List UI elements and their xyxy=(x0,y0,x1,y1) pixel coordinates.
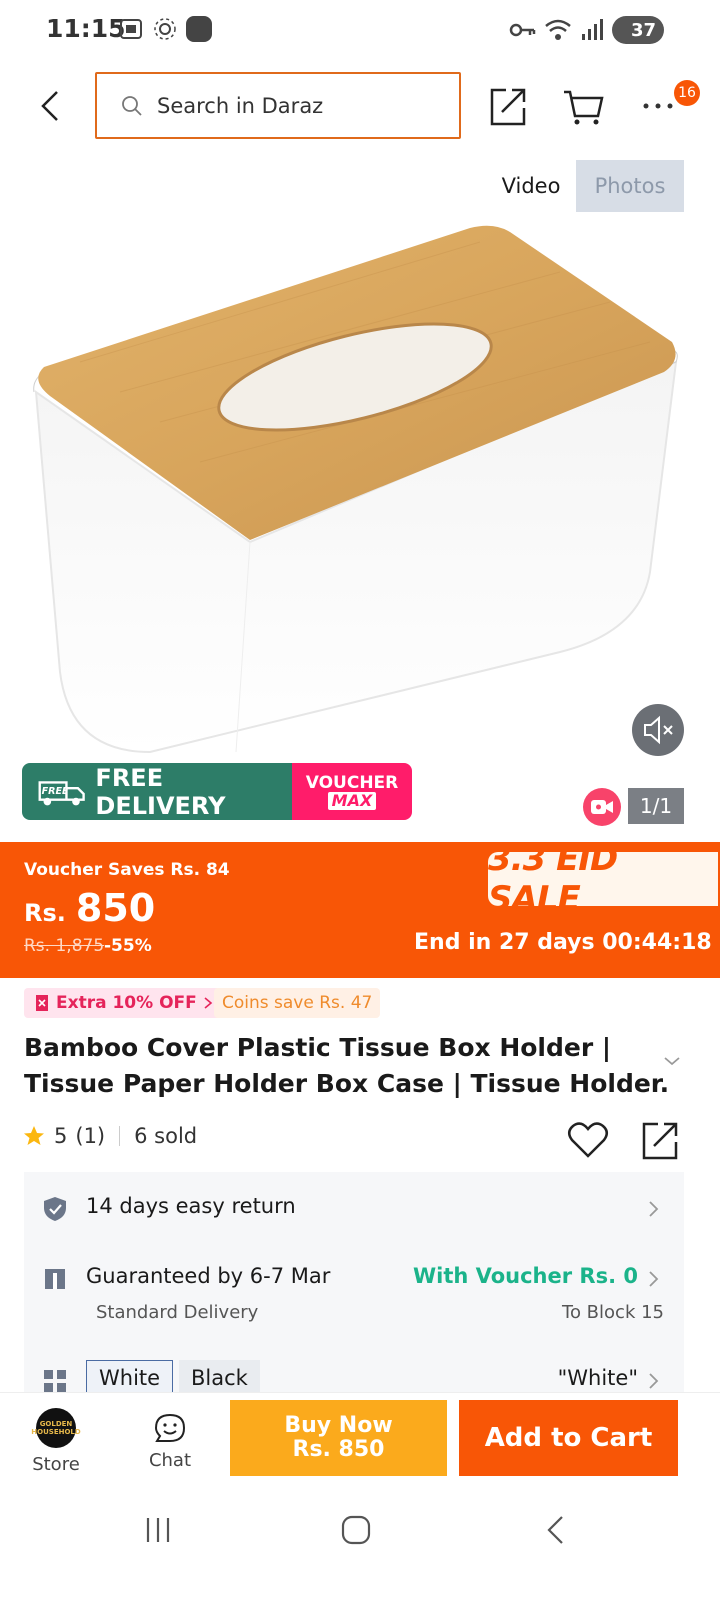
share-icon xyxy=(642,1122,678,1160)
status-icons-right: 37 xyxy=(508,16,664,44)
package-icon xyxy=(45,1269,65,1289)
divider xyxy=(119,1126,121,1146)
search-placeholder: Search in Daraz xyxy=(157,93,324,118)
price-currency: Rs. xyxy=(24,899,66,927)
back-nav-icon[interactable] xyxy=(540,1514,572,1546)
share-button[interactable] xyxy=(486,84,530,128)
tissue-box-illustration xyxy=(33,225,678,754)
coins-save-tag[interactable]: Coins save Rs. 47 xyxy=(214,988,381,1018)
rating-value: 5 xyxy=(54,1124,68,1148)
battery-icon: 37 xyxy=(612,16,664,44)
free-delivery-promo: FREE FREE DELIVERY xyxy=(22,763,292,820)
rating-row[interactable]: 5 (1) 6 sold xyxy=(22,1124,197,1148)
search-input[interactable]: Search in Daraz xyxy=(95,72,461,139)
price-value: 850 xyxy=(75,886,156,930)
variant-black[interactable]: Black xyxy=(179,1360,260,1396)
voucher-saves-text: Voucher Saves Rs. 84 xyxy=(24,860,230,880)
shield-check-icon xyxy=(44,1197,66,1221)
extra-off-tag[interactable]: Extra 10% OFF xyxy=(24,988,223,1018)
delivery-info-panel: 14 days easy return Guaranteed by 6-7 Ma… xyxy=(24,1172,684,1402)
sold-count: 6 sold xyxy=(134,1124,198,1148)
chevron-left-icon xyxy=(41,91,58,121)
current-price: Rs. 850 xyxy=(24,886,155,930)
free-delivery-label: FREE DELIVERY xyxy=(95,763,226,820)
voucher-max-promo: VOUCHER MAX xyxy=(292,763,412,820)
settings-icon xyxy=(154,18,176,40)
eid-sale-tag: 3.3 EID SALE xyxy=(488,839,718,919)
wishlist-button[interactable] xyxy=(566,1118,610,1162)
play-video-button[interactable] xyxy=(583,788,621,826)
expand-title-button[interactable] xyxy=(662,1052,682,1071)
chevron-right-icon xyxy=(649,1201,659,1217)
back-button[interactable] xyxy=(30,86,70,126)
voucher-label: VOUCHER xyxy=(305,772,399,793)
chat-button[interactable]: Chat xyxy=(140,1412,200,1471)
recent-apps-icon[interactable] xyxy=(142,1514,174,1546)
chevron-right-icon xyxy=(649,1271,659,1287)
share-icon xyxy=(490,88,526,126)
sale-countdown: End in 27 days 00:44:18 xyxy=(414,930,712,955)
max-label: MAX xyxy=(327,791,377,810)
video-camera-icon xyxy=(591,800,613,814)
product-image[interactable] xyxy=(0,212,720,838)
speaker-mute-icon xyxy=(644,715,673,745)
notification-badge: 16 xyxy=(674,80,700,106)
delivery-fee: With Voucher Rs. 0 xyxy=(412,1264,638,1288)
return-policy-row[interactable]: 14 days easy return xyxy=(24,1172,684,1244)
status-time: 11:15 xyxy=(46,14,126,43)
chevron-right-icon xyxy=(204,997,213,1009)
delivery-row[interactable]: Guaranteed by 6-7 Mar Standard Delivery … xyxy=(24,1248,684,1336)
cart-icon xyxy=(564,90,604,125)
delivery-type: Standard Delivery xyxy=(96,1302,259,1323)
star-icon xyxy=(24,1126,44,1145)
chevron-right-icon xyxy=(649,1373,659,1389)
image-page-indicator: 1/1 xyxy=(628,788,684,824)
buy-now-button[interactable]: Buy Now Rs. 850 xyxy=(230,1400,447,1476)
original-price: Rs. 1,875 xyxy=(24,936,105,956)
battery-level: 37 xyxy=(630,19,656,41)
delivery-truck-icon: FREE xyxy=(38,780,85,805)
signal-icon xyxy=(582,19,603,40)
coupon-icon xyxy=(36,995,48,1011)
free-label: FREE xyxy=(42,785,69,796)
chat-label: Chat xyxy=(148,1450,192,1471)
store-label: Store xyxy=(32,1454,80,1475)
notification-dot-icon xyxy=(186,16,212,42)
buy-now-label: Buy Now xyxy=(284,1413,393,1438)
return-policy-text: 14 days easy return xyxy=(86,1194,296,1218)
promo-banner[interactable]: FREE FREE DELIVERY VOUCHER MAX xyxy=(22,763,412,820)
mute-button[interactable] xyxy=(632,704,684,756)
product-title: Bamboo Cover Plastic Tissue Box Holder |… xyxy=(24,1030,670,1102)
delivery-location: To Block 15 xyxy=(562,1302,664,1323)
heart-icon xyxy=(568,1122,608,1158)
delivery-guarantee: Guaranteed by 6-7 Mar xyxy=(86,1264,331,1288)
chevron-down-icon xyxy=(664,1057,680,1066)
tab-video[interactable]: Video xyxy=(488,160,574,212)
chat-smile-icon xyxy=(154,1413,186,1442)
share-product-button[interactable] xyxy=(638,1118,682,1162)
screenshot-icon xyxy=(120,19,142,39)
status-icons-left xyxy=(118,16,212,42)
system-navigation-bar xyxy=(0,1492,720,1600)
add-to-cart-button[interactable]: Add to Cart xyxy=(459,1400,678,1476)
wifi-icon xyxy=(545,19,571,40)
extra-off-label: Extra 10% OFF xyxy=(56,993,197,1013)
search-icon xyxy=(122,95,142,116)
tab-photos[interactable]: Photos xyxy=(576,160,684,212)
product-title-line-2: Tissue Paper Holder Box Case | Tissue Ho… xyxy=(24,1069,670,1098)
discount-percent: -55% xyxy=(104,936,152,956)
store-logo: GOLDEN HOUSEHOLD xyxy=(31,1408,81,1448)
selected-variant: "White" xyxy=(557,1366,638,1390)
buy-now-price: Rs. 850 xyxy=(292,1437,385,1462)
variant-white[interactable]: White xyxy=(86,1360,174,1396)
cart-button[interactable] xyxy=(562,84,606,128)
store-button[interactable]: GOLDEN HOUSEHOLD Store xyxy=(26,1408,86,1475)
variants-grid-icon xyxy=(44,1370,66,1392)
product-title-line-1: Bamboo Cover Plastic Tissue Box Holder | xyxy=(24,1033,611,1062)
vpn-key-icon xyxy=(509,23,536,37)
review-count: (1) xyxy=(75,1124,106,1148)
home-icon[interactable] xyxy=(340,1514,372,1546)
